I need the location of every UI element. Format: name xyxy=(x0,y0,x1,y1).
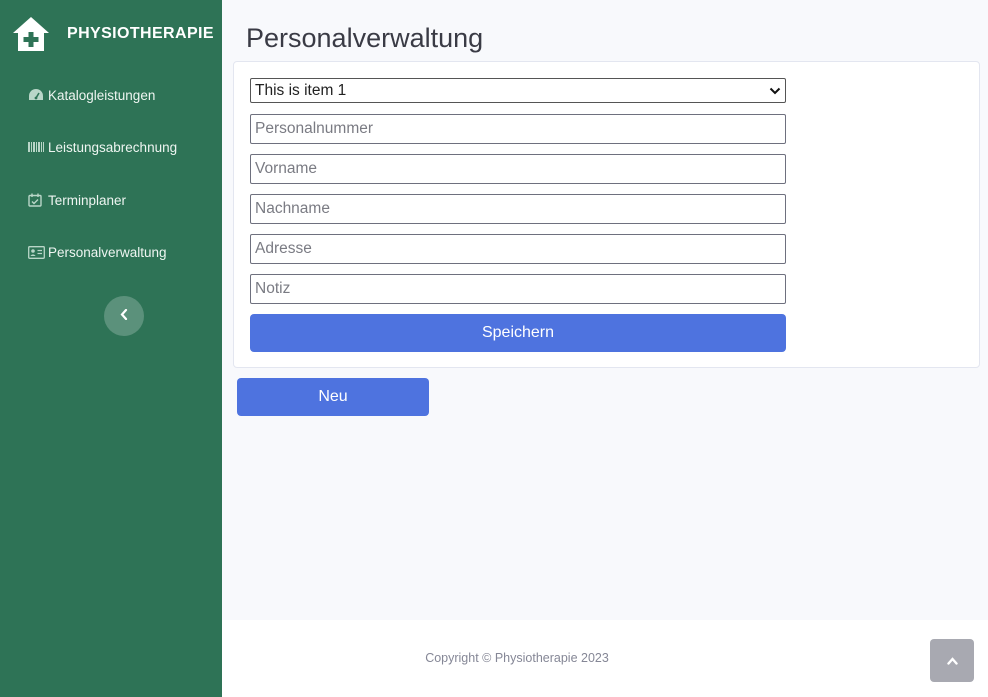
chevron-left-icon xyxy=(120,307,128,325)
barcode-icon xyxy=(28,140,46,154)
sidebar-item-label: Leistungsabrechnung xyxy=(48,139,178,155)
personalnummer-input[interactable] xyxy=(250,114,786,144)
sidebar: PHYSIOTHERAPIE Katalogleistungen Leistun xyxy=(0,0,222,697)
sidebar-toggle-button[interactable] xyxy=(104,296,144,336)
vorname-input[interactable] xyxy=(250,154,786,184)
sidebar-item-label: Personalverwaltung xyxy=(48,244,167,260)
chevron-up-icon xyxy=(946,652,958,670)
nachname-input[interactable] xyxy=(250,194,786,224)
brand-name: PHYSIOTHERAPIE xyxy=(67,25,214,42)
sidebar-item-label: Terminplaner xyxy=(48,192,127,208)
new-button[interactable]: Neu xyxy=(237,378,429,416)
brand-link[interactable]: PHYSIOTHERAPIE xyxy=(12,14,214,54)
sidebar-item-label: Katalogleistungen xyxy=(48,87,156,103)
staff-select[interactable]: This is item 1 xyxy=(250,78,786,103)
hospital-house-icon xyxy=(12,15,50,53)
sidebar-item-terminplaner[interactable]: Terminplaner xyxy=(28,189,126,211)
main-content: Personalverwaltung This is item 1 Speich… xyxy=(222,0,988,620)
staff-select-value: This is item 1 xyxy=(255,81,347,99)
page-title: Personalverwaltung xyxy=(246,23,484,53)
notiz-input[interactable] xyxy=(250,274,786,304)
scroll-to-top-button[interactable] xyxy=(930,639,974,682)
id-card-icon xyxy=(28,245,46,259)
sidebar-item-katalogleistungen[interactable]: Katalogleistungen xyxy=(28,84,155,106)
tachometer-icon xyxy=(28,88,46,102)
chevron-down-icon xyxy=(769,87,781,95)
copyright-text: Copyright © Physiotherapie 2023 xyxy=(425,651,609,665)
sidebar-item-personalverwaltung[interactable]: Personalverwaltung xyxy=(28,241,167,263)
adresse-input[interactable] xyxy=(250,234,786,264)
save-button[interactable]: Speichern xyxy=(250,314,786,352)
staff-form-card: This is item 1 Speichern xyxy=(233,61,980,368)
calendar-check-icon xyxy=(28,193,46,207)
sidebar-item-leistungsabrechnung[interactable]: Leistungsabrechnung xyxy=(28,136,177,158)
footer: Copyright © Physiotherapie 2023 xyxy=(222,620,988,697)
